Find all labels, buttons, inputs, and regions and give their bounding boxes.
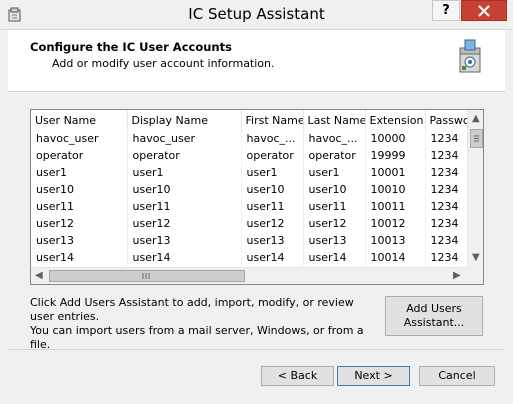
column-header-last-name[interactable]: Last Name bbox=[303, 110, 366, 130]
cell-password: 1234 bbox=[425, 215, 467, 232]
title-bar: IC Setup Assistant ? bbox=[0, 0, 513, 30]
user-accounts-grid[interactable]: User Name Display Name First Name Last N… bbox=[30, 109, 484, 285]
cell-last-name: user13 bbox=[303, 232, 366, 249]
info-line-2: You can import users from a mail server,… bbox=[30, 324, 364, 351]
cell-user-name: user13 bbox=[31, 232, 128, 249]
header-subtitle: Add or modify user account information. bbox=[52, 57, 275, 70]
wizard-header: Configure the IC User Accounts Add or mo… bbox=[8, 30, 505, 92]
grip-icon bbox=[142, 273, 150, 279]
cell-password: 1234 bbox=[425, 130, 467, 147]
cell-display-name: havoc_user bbox=[127, 130, 242, 147]
table-row[interactable]: user1 user1 user1 user1 10001 1234 bbox=[31, 164, 467, 181]
scroll-up-arrow-icon[interactable]: ▲ bbox=[472, 114, 480, 124]
table-row[interactable]: user10 user10 user10 user10 10010 1234 bbox=[31, 181, 467, 198]
user-table: User Name Display Name First Name Last N… bbox=[31, 110, 467, 266]
cell-extension: 10001 bbox=[365, 164, 426, 181]
table-row[interactable]: user14 user14 user14 user14 10014 1234 bbox=[31, 249, 467, 266]
cell-display-name: user10 bbox=[127, 181, 242, 198]
close-icon bbox=[478, 5, 490, 17]
cell-first-name: operator bbox=[241, 147, 304, 164]
column-header-display-name[interactable]: Display Name bbox=[127, 110, 242, 130]
cell-display-name: user1 bbox=[127, 164, 242, 181]
cell-password: 1234 bbox=[425, 164, 467, 181]
close-button[interactable] bbox=[461, 0, 507, 21]
setup-window: IC Setup Assistant ? Configure the IC Us… bbox=[0, 0, 513, 404]
cell-display-name: user12 bbox=[127, 215, 242, 232]
table-row[interactable]: user11 user11 user11 user11 10011 1234 bbox=[31, 198, 467, 215]
cell-first-name: user14 bbox=[241, 249, 304, 266]
cell-extension: 10013 bbox=[365, 232, 426, 249]
table-row[interactable]: havoc_user havoc_user havoc_... havoc_..… bbox=[31, 130, 467, 147]
cell-user-name: operator bbox=[31, 147, 128, 164]
cell-last-name: user1 bbox=[303, 164, 366, 181]
cell-user-name: user12 bbox=[31, 215, 128, 232]
info-text: Click Add Users Assistant to add, import… bbox=[30, 296, 380, 352]
cell-last-name: havoc_... bbox=[303, 130, 366, 147]
cell-first-name: user10 bbox=[241, 181, 304, 198]
cell-display-name: operator bbox=[127, 147, 242, 164]
cell-user-name: havoc_user bbox=[31, 130, 128, 147]
grid-viewport: User Name Display Name First Name Last N… bbox=[31, 110, 467, 267]
cell-first-name: user12 bbox=[241, 215, 304, 232]
cell-user-name: user10 bbox=[31, 181, 128, 198]
info-line-1: Click Add Users Assistant to add, import… bbox=[30, 296, 354, 323]
cell-extension: 10012 bbox=[365, 215, 426, 232]
scroll-left-arrow-icon[interactable]: ◀ bbox=[35, 271, 43, 281]
setup-box-icon bbox=[459, 39, 481, 73]
cell-password: 1234 bbox=[425, 147, 467, 164]
cell-extension: 10000 bbox=[365, 130, 426, 147]
table-row[interactable]: user12 user12 user12 user12 10012 1234 bbox=[31, 215, 467, 232]
header-title: Configure the IC User Accounts bbox=[30, 40, 232, 54]
cell-display-name: user13 bbox=[127, 232, 242, 249]
table-header-row: User Name Display Name First Name Last N… bbox=[31, 110, 467, 130]
table-row[interactable]: operator operator operator operator 1999… bbox=[31, 147, 467, 164]
scroll-right-arrow-icon[interactable]: ▶ bbox=[453, 271, 461, 281]
vertical-scrollbar[interactable]: ▲ ▼ bbox=[467, 110, 483, 267]
cell-last-name: user11 bbox=[303, 198, 366, 215]
cell-last-name: operator bbox=[303, 147, 366, 164]
cell-last-name: user10 bbox=[303, 181, 366, 198]
cell-password: 1234 bbox=[425, 198, 467, 215]
add-users-label-2: Assistant... bbox=[403, 316, 465, 329]
cell-first-name: user1 bbox=[241, 164, 304, 181]
column-header-user-name[interactable]: User Name bbox=[31, 110, 128, 130]
cell-user-name: user1 bbox=[31, 164, 128, 181]
grip-icon bbox=[474, 135, 479, 142]
column-header-first-name[interactable]: First Name bbox=[241, 110, 304, 130]
scroll-down-arrow-icon[interactable]: ▼ bbox=[472, 253, 480, 263]
horizontal-scrollbar[interactable]: ◀ ▶ bbox=[31, 267, 467, 284]
cell-display-name: user14 bbox=[127, 249, 242, 266]
cell-extension: 10011 bbox=[365, 198, 426, 215]
cell-extension: 10014 bbox=[365, 249, 426, 266]
scrollbar-corner bbox=[467, 267, 483, 284]
help-button[interactable]: ? bbox=[432, 0, 460, 21]
column-header-extension[interactable]: Extension bbox=[365, 110, 426, 130]
cell-first-name: havoc_... bbox=[241, 130, 304, 147]
cell-extension: 19999 bbox=[365, 147, 426, 164]
back-button[interactable]: < Back bbox=[261, 366, 334, 386]
cell-extension: 10010 bbox=[365, 181, 426, 198]
cell-first-name: user13 bbox=[241, 232, 304, 249]
cell-display-name: user11 bbox=[127, 198, 242, 215]
horizontal-scroll-thumb[interactable] bbox=[49, 270, 245, 282]
cell-last-name: user12 bbox=[303, 215, 366, 232]
footer-divider bbox=[8, 349, 505, 350]
table-row[interactable]: user13 user13 user13 user13 10013 1234 bbox=[31, 232, 467, 249]
add-users-assistant-button[interactable]: Add Users Assistant... bbox=[385, 296, 483, 336]
next-button[interactable]: Next > bbox=[337, 366, 410, 386]
cell-password: 1234 bbox=[425, 181, 467, 198]
cancel-button[interactable]: Cancel bbox=[419, 366, 495, 386]
add-users-label-1: Add Users bbox=[406, 302, 462, 315]
cell-password: 1234 bbox=[425, 249, 467, 266]
vertical-scroll-thumb[interactable] bbox=[470, 129, 483, 148]
column-header-password[interactable]: Passwo bbox=[425, 110, 467, 130]
cell-user-name: user11 bbox=[31, 198, 128, 215]
cell-user-name: user14 bbox=[31, 249, 128, 266]
cell-last-name: user14 bbox=[303, 249, 366, 266]
cell-password: 1234 bbox=[425, 232, 467, 249]
cell-first-name: user11 bbox=[241, 198, 304, 215]
